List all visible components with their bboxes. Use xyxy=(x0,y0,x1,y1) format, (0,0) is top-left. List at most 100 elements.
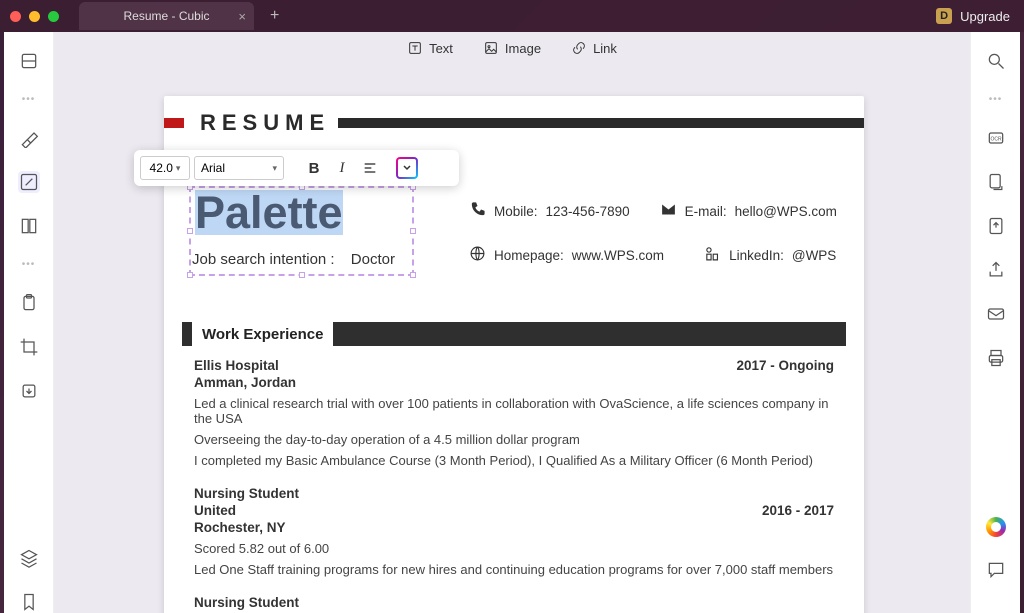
font-family-value: Arial xyxy=(201,161,225,175)
crop-icon[interactable] xyxy=(18,336,40,358)
close-window[interactable] xyxy=(10,11,21,22)
chevron-down-icon: ▾ xyxy=(176,163,181,174)
separator-dots: ••• xyxy=(989,94,1003,105)
separator-dots: ••• xyxy=(22,94,36,105)
insert-text-button[interactable]: Text xyxy=(407,40,453,56)
mail-icon[interactable] xyxy=(985,303,1007,325)
banner-accent xyxy=(164,118,184,128)
convert-icon[interactable] xyxy=(985,171,1007,193)
contact-homepage: Homepage: www.WPS.com xyxy=(469,245,664,265)
contact-value: www.WPS.com xyxy=(572,248,664,263)
clipboard-icon[interactable] xyxy=(18,292,40,314)
contact-value: hello@WPS.com xyxy=(735,204,837,219)
ai-assistant-icon[interactable] xyxy=(986,517,1006,537)
bold-button[interactable]: B xyxy=(302,156,326,180)
contact-value: @WPS xyxy=(792,248,836,263)
window-controls xyxy=(0,11,59,22)
entry-dates: 2016 - 2017 xyxy=(762,503,834,518)
resize-handle[interactable] xyxy=(299,272,305,278)
italic-button[interactable]: I xyxy=(330,156,354,180)
insert-link-button[interactable]: Link xyxy=(571,40,617,56)
qt-label: Link xyxy=(593,41,617,56)
new-tab-button[interactable]: + xyxy=(264,7,285,25)
bookmark-icon[interactable] xyxy=(18,591,40,613)
linkedin-icon xyxy=(704,245,721,265)
banner-bar xyxy=(338,118,864,128)
font-color-button[interactable] xyxy=(396,157,418,179)
layers-icon[interactable] xyxy=(18,547,40,569)
font-size-select[interactable]: 42.0 ▾ xyxy=(140,156,190,180)
entry-bullet: Scored 5.82 out of 6.00 xyxy=(194,541,834,556)
work-entry: Nursing Student United 2016 - 2017 Roche… xyxy=(194,486,834,577)
contact-label: E-mail: xyxy=(685,204,727,219)
contact-label: Mobile: xyxy=(494,204,538,219)
text-edit-toolbar: 42.0 ▾ Arial ▾ B I xyxy=(134,150,459,186)
edit-text-icon[interactable] xyxy=(18,171,40,193)
entry-location: Rochester, NY xyxy=(194,520,834,535)
entry-title: Nursing Student xyxy=(194,486,834,501)
ocr-icon[interactable]: OCR xyxy=(985,127,1007,149)
banner-title: RESUME xyxy=(192,110,338,136)
maximize-window[interactable] xyxy=(48,11,59,22)
tab-title: Resume - Cubic xyxy=(123,9,209,23)
contact-mobile: Mobile: 123-456-7890 xyxy=(469,201,630,221)
search-icon[interactable] xyxy=(985,50,1007,72)
resize-handle[interactable] xyxy=(410,228,416,234)
user-avatar[interactable]: D xyxy=(936,8,952,24)
globe-icon xyxy=(469,245,486,265)
highlighter-icon[interactable] xyxy=(18,127,40,149)
export-icon[interactable] xyxy=(985,215,1007,237)
titlebar: Resume - Cubic × + D Upgrade xyxy=(0,0,1024,32)
contact-label: Homepage: xyxy=(494,248,564,263)
contact-linkedin: LinkedIn: @WPS xyxy=(704,245,836,265)
resize-handle[interactable] xyxy=(187,228,193,234)
entry-bullet: I completed my Basic Ambulance Course (3… xyxy=(194,453,834,468)
quick-toolbar: Text Image Link xyxy=(54,40,970,56)
print-icon[interactable] xyxy=(985,347,1007,369)
entry-title: Ellis Hospital xyxy=(194,358,279,373)
svg-text:OCR: OCR xyxy=(990,137,1002,143)
phone-icon xyxy=(469,201,486,221)
upgrade-button[interactable]: Upgrade xyxy=(960,9,1010,24)
document-tab[interactable]: Resume - Cubic × xyxy=(79,2,254,30)
page-layout-icon[interactable] xyxy=(18,215,40,237)
work-entry: Nursing Student First Call Staffing 2015… xyxy=(194,595,834,613)
extract-icon[interactable] xyxy=(18,380,40,402)
mail-icon xyxy=(660,201,677,221)
share-icon[interactable] xyxy=(985,259,1007,281)
job-label: Job search intention : xyxy=(192,251,335,268)
entry-dates: 2017 - Ongoing xyxy=(736,358,834,373)
resume-banner: RESUME xyxy=(164,114,864,132)
thumbnails-icon[interactable] xyxy=(18,50,40,72)
left-sidebar: ••• ••• xyxy=(4,32,54,613)
work-entries: Ellis Hospital 2017 - Ongoing Amman, Jor… xyxy=(194,358,834,613)
entry-bullet: Led a clinical research trial with over … xyxy=(194,396,834,426)
resize-handle[interactable] xyxy=(410,272,416,278)
section-title: Work Experience xyxy=(192,322,333,346)
entry-location: Amman, Jordan xyxy=(194,375,834,390)
entry-title: Nursing Student xyxy=(194,595,834,610)
contact-email: E-mail: hello@WPS.com xyxy=(660,201,837,221)
job-intention: Job search intention : Doctor xyxy=(192,251,395,268)
contact-block: Mobile: 123-456-7890 E-mail: hello@WPS.c… xyxy=(469,201,839,289)
close-tab-icon[interactable]: × xyxy=(238,9,246,24)
document-canvas[interactable]: Text Image Link 42.0 ▾ Arial ▾ B I xyxy=(54,32,970,613)
contact-label: LinkedIn: xyxy=(729,248,784,263)
font-size-value: 42.0 xyxy=(150,161,173,175)
entry-org: United xyxy=(194,503,236,518)
name-text[interactable]: Palette xyxy=(195,190,343,235)
insert-image-button[interactable]: Image xyxy=(483,40,541,56)
qt-label: Image xyxy=(505,41,541,56)
job-value: Doctor xyxy=(351,251,395,268)
app-body: ••• ••• Text Image Link xyxy=(4,32,1020,613)
resize-handle[interactable] xyxy=(187,272,193,278)
work-entry: Ellis Hospital 2017 - Ongoing Amman, Jor… xyxy=(194,358,834,468)
contact-value: 123-456-7890 xyxy=(546,204,630,219)
minimize-window[interactable] xyxy=(29,11,40,22)
align-button[interactable] xyxy=(358,156,382,180)
font-family-select[interactable]: Arial ▾ xyxy=(194,156,284,180)
comment-icon[interactable] xyxy=(985,559,1007,581)
entry-bullet: Led One Staff training programs for new … xyxy=(194,562,834,577)
entry-bullet: Overseeing the day-to-day operation of a… xyxy=(194,432,834,447)
qt-label: Text xyxy=(429,41,453,56)
